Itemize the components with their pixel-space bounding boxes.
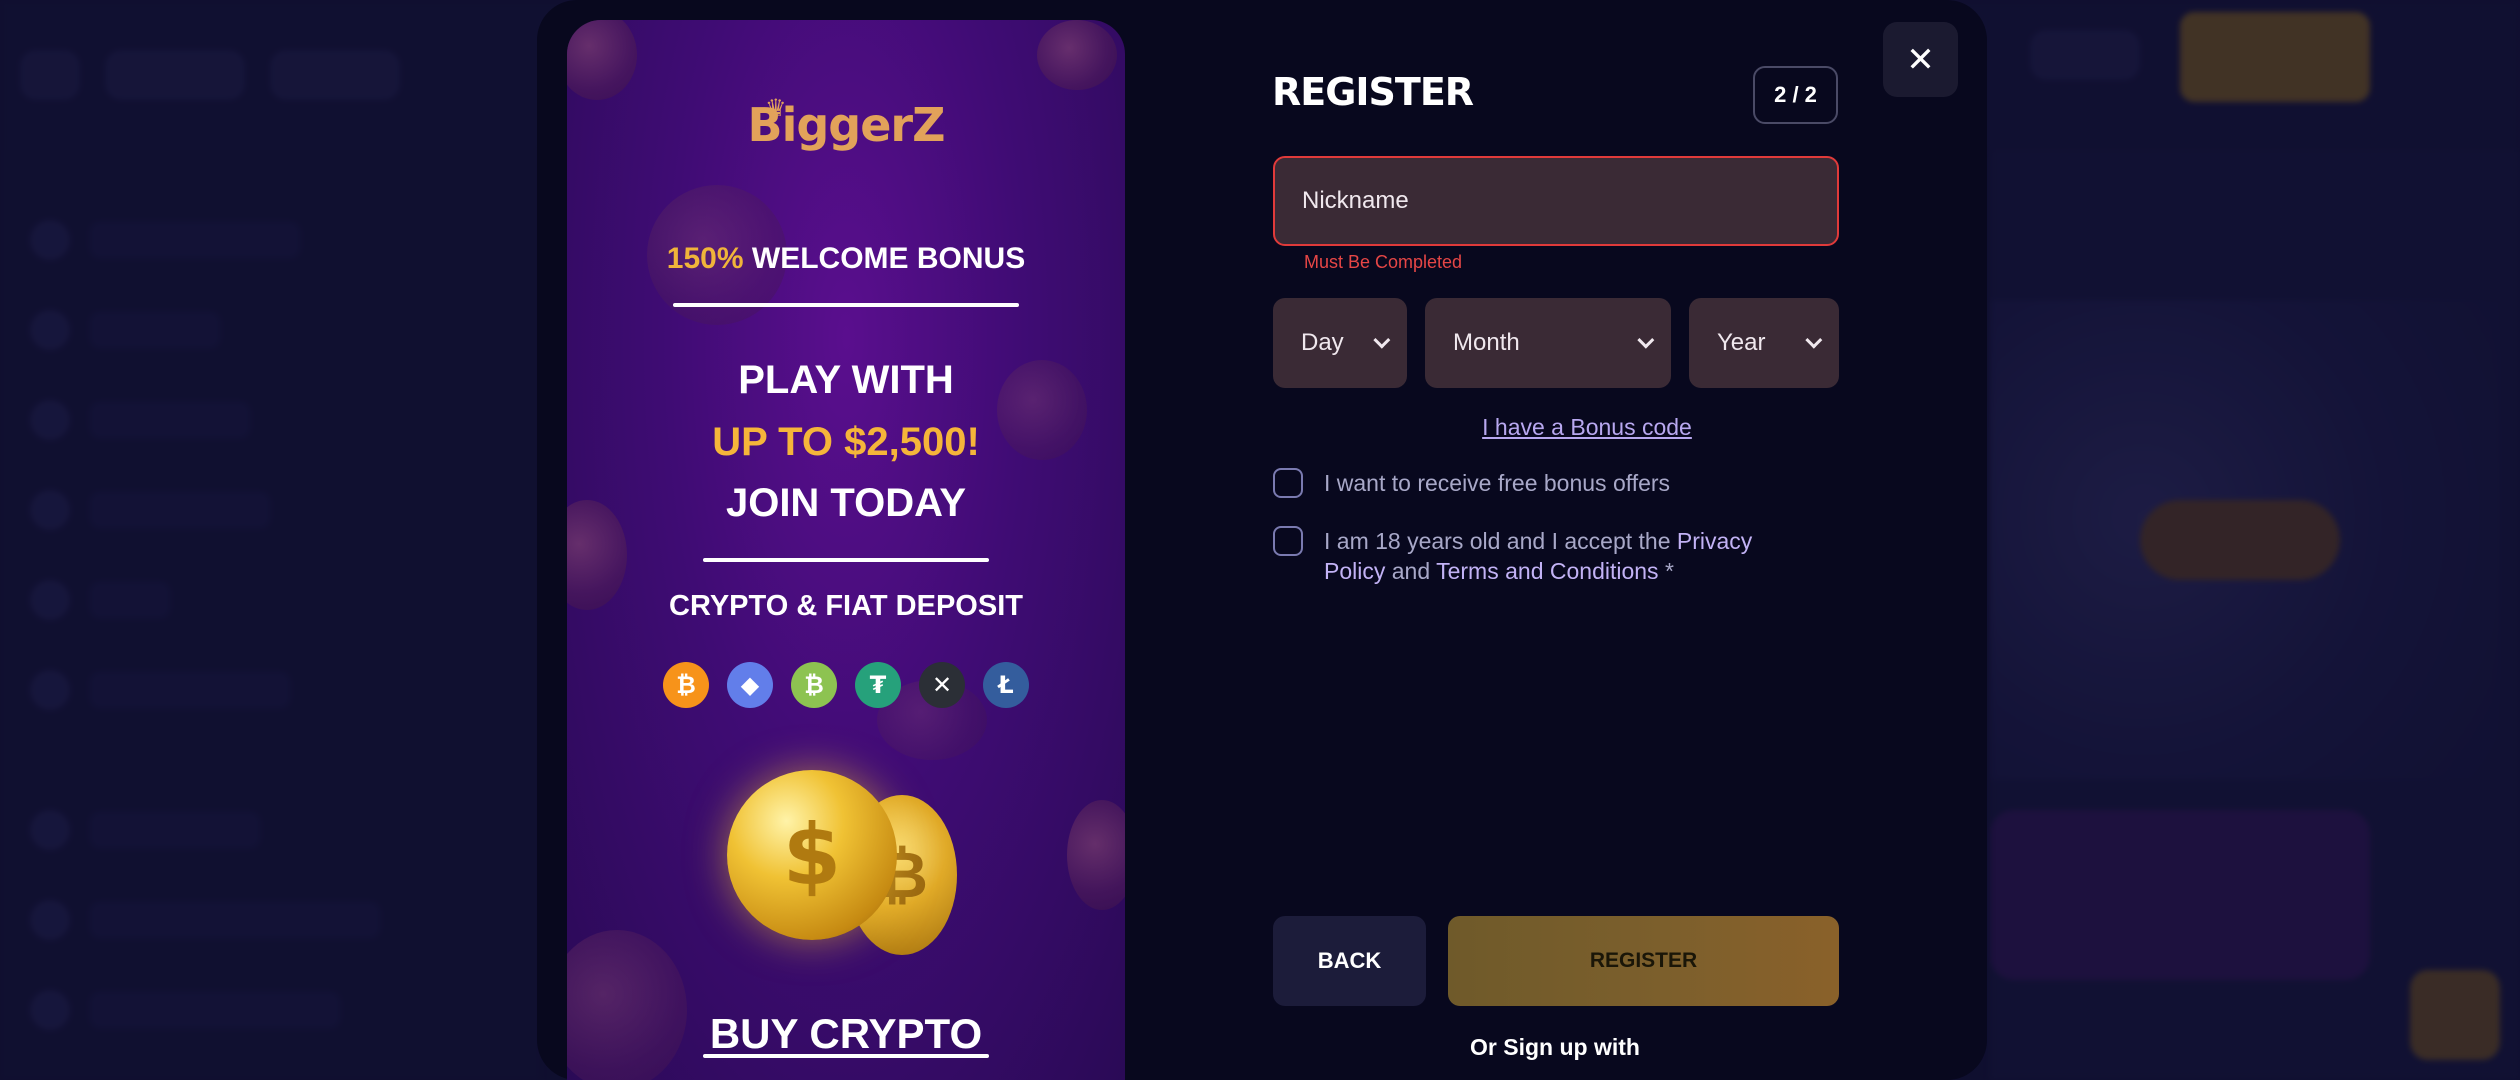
nickname-error-message: Must Be Completed (1304, 252, 1463, 272)
bonus-offers-label: I want to receive free bonus offers (1324, 470, 1671, 496)
and-text: and (1391, 558, 1431, 584)
day-select[interactable]: Day (1273, 298, 1407, 388)
decorative-coin (1037, 20, 1117, 90)
age-terms-prefix: I am 18 years old and I accept the (1324, 528, 1671, 554)
biggerz-logo: ♛ BiggerZ (567, 95, 1125, 152)
crypto-fiat-deposit-text: CRYPTO & FIAT DEPOSIT (669, 590, 1023, 622)
nickname-input[interactable]: Nickname (1273, 156, 1839, 246)
register-button[interactable]: REGISTER (1448, 916, 1839, 1006)
chevron-down-icon (1637, 331, 1655, 349)
xrp-icon: ✕ (919, 662, 965, 708)
ethereum-icon: ◆ (727, 662, 773, 708)
divider (673, 303, 1019, 307)
bonus-offers-row: I want to receive free bonus offers (1273, 468, 1670, 498)
decorative-coin (567, 20, 637, 100)
crown-icon: ♛ (765, 95, 787, 122)
bonus-offers-checkbox[interactable] (1273, 468, 1303, 498)
divider (703, 558, 989, 562)
gold-coins-image: ₿ $ (727, 760, 977, 960)
back-button[interactable]: BACK (1273, 916, 1426, 1006)
required-mark: * (1664, 558, 1674, 584)
bonus-percent: 150% (666, 242, 744, 275)
crypto-icon-row: ₿ ◆ ₿ ₮ ✕ Ł (567, 662, 1125, 708)
buy-crypto-heading: BUY CRYPTO (709, 1010, 983, 1057)
play-with-text: PLAY WITH (738, 358, 954, 402)
close-icon[interactable]: ✕ (1883, 22, 1958, 97)
signup-with-text: Or Sign up with (1470, 1034, 1640, 1060)
day-select-label: Day (1301, 329, 1344, 356)
age-terms-row: I am 18 years old and I accept the Priva… (1273, 526, 1804, 586)
year-select[interactable]: Year (1689, 298, 1839, 388)
litecoin-icon: Ł (983, 662, 1029, 708)
bonus-text: WELCOME BONUS (751, 242, 1026, 275)
dollar-coin-icon: $ (727, 770, 897, 940)
month-select[interactable]: Month (1425, 298, 1671, 388)
chevron-down-icon (1805, 331, 1823, 349)
age-terms-checkbox[interactable] (1273, 526, 1303, 556)
form-title: REGISTER (1272, 70, 1474, 114)
step-indicator: 2 / 2 (1753, 66, 1838, 124)
promo-panel: ♛ BiggerZ 150% WELCOME BONUS PLAY WITH U… (567, 20, 1125, 1080)
bitcoin-cash-icon: ₿ (791, 662, 837, 708)
month-select-label: Month (1453, 329, 1520, 356)
terms-link[interactable]: Terms and Conditions (1436, 558, 1658, 584)
welcome-bonus-heading: 150% WELCOME BONUS (567, 242, 1125, 276)
register-modal: ♛ BiggerZ 150% WELCOME BONUS PLAY WITH U… (537, 0, 1987, 1080)
bonus-amount-text: UP TO $2,500! (712, 420, 980, 464)
bitcoin-icon: ₿ (663, 662, 709, 708)
decorative-coin (1067, 800, 1125, 910)
divider (703, 1054, 989, 1058)
join-today-text: JOIN TODAY (725, 481, 967, 525)
year-select-label: Year (1717, 329, 1766, 356)
tether-icon: ₮ (855, 662, 901, 708)
chevron-down-icon (1373, 331, 1391, 349)
bonus-code-link[interactable]: I have a Bonus code (1437, 414, 1737, 441)
age-terms-label: I am 18 years old and I accept the Priva… (1324, 526, 1804, 586)
